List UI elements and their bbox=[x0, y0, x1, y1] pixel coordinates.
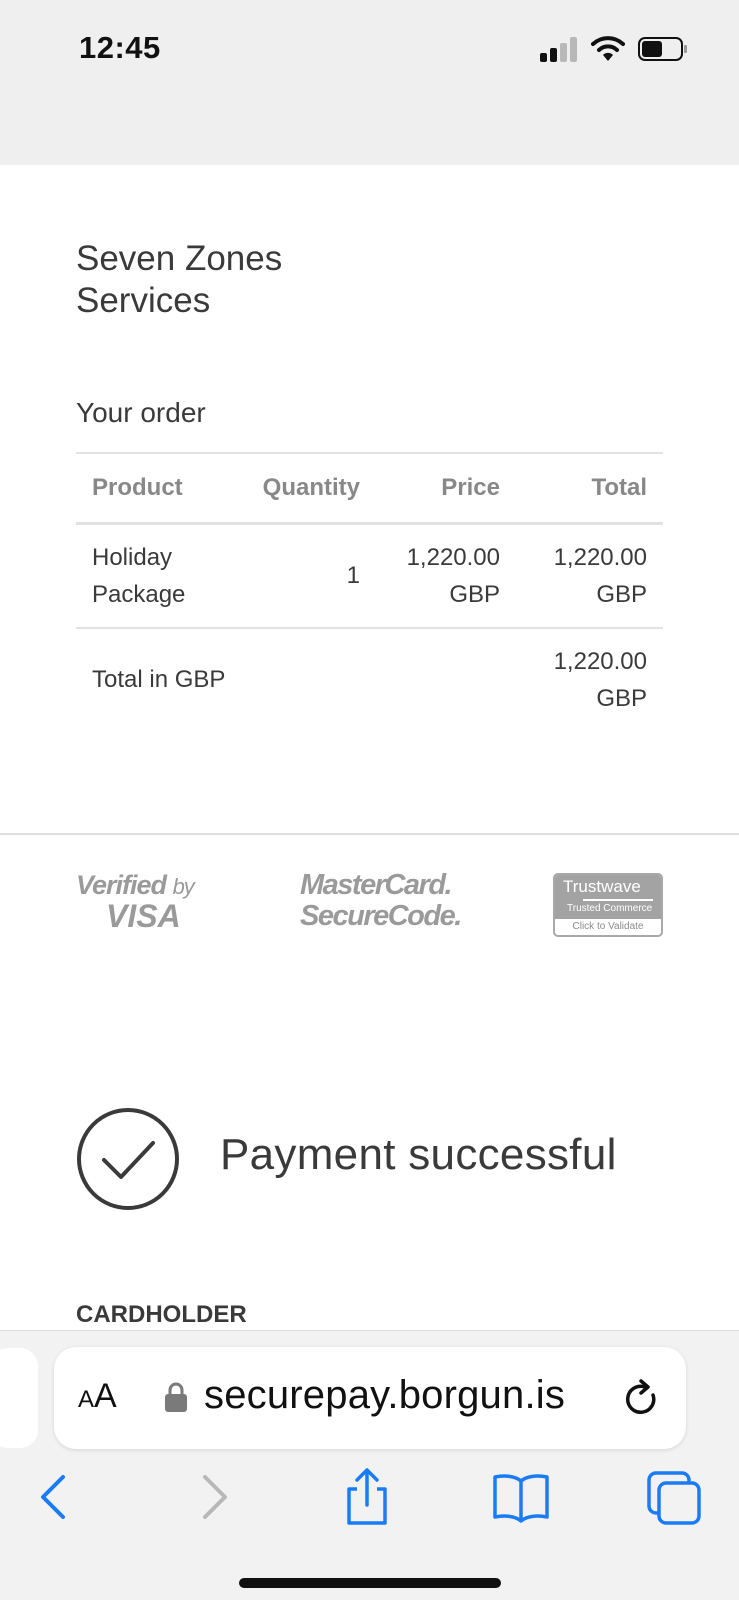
bookmarks-icon[interactable] bbox=[491, 1467, 551, 1527]
column-header-total: Total bbox=[516, 452, 663, 525]
aa-big: A bbox=[94, 1377, 117, 1415]
total-label: Total in GBP bbox=[92, 666, 226, 693]
cell-total: 1,220.00 GBP bbox=[516, 523, 663, 629]
trustwave-brand: Trustwave bbox=[563, 877, 641, 896]
payment-status: Payment successful bbox=[220, 1130, 617, 1179]
trustwave-validate-link[interactable]: Click to Validate bbox=[555, 921, 661, 932]
total-row: Total in GBP 1,220.00 GBP bbox=[76, 628, 663, 731]
status-bar: 12:45 bbox=[0, 0, 739, 165]
cellular-signal-icon bbox=[540, 36, 580, 62]
wifi-icon bbox=[591, 36, 625, 61]
order-heading: Your order bbox=[76, 397, 206, 428]
forward-icon[interactable] bbox=[183, 1467, 243, 1527]
aa-small: A bbox=[78, 1386, 95, 1413]
column-header-price: Price bbox=[376, 452, 516, 525]
cardholder-label: CARDHOLDER bbox=[76, 1301, 247, 1328]
table-row: Holiday Package 1 1,220.00 GBP 1,220.00 … bbox=[76, 523, 663, 629]
battery-icon bbox=[638, 37, 687, 61]
home-indicator bbox=[239, 1578, 501, 1588]
browser-bottom-bar: AA securepay.borgun.is bbox=[0, 1330, 739, 1600]
mastercard-logo-line1: MasterCard. bbox=[300, 869, 453, 901]
mastercard-securecode-logo: MasterCard. SecureCode. bbox=[300, 869, 462, 932]
merchant-name: Seven Zones Services bbox=[76, 239, 283, 320]
share-icon[interactable] bbox=[337, 1467, 397, 1527]
previous-tab-preview[interactable] bbox=[0, 1348, 38, 1448]
reload-icon[interactable] bbox=[622, 1377, 662, 1421]
verified-by-visa-logo: Verified by VISA bbox=[76, 870, 206, 934]
trustwave-subtitle: Trusted Commerce bbox=[567, 903, 653, 914]
table-header-row: Product Quantity Price Total bbox=[76, 452, 663, 525]
column-header-product: Product bbox=[76, 452, 246, 525]
total-value: 1,220.00 GBP bbox=[553, 647, 647, 712]
checkmark-circle-icon bbox=[77, 1108, 179, 1210]
trustwave-seal[interactable]: Trustwave Trusted Commerce Click to Vali… bbox=[553, 873, 663, 937]
tabs-icon[interactable] bbox=[645, 1467, 705, 1527]
page-settings-button[interactable]: AA bbox=[78, 1377, 117, 1416]
cell-product: Holiday Package bbox=[76, 523, 246, 629]
order-table: Product Quantity Price Total Holiday Pac… bbox=[76, 452, 663, 731]
url-text[interactable]: securepay.borgun.is bbox=[204, 1373, 565, 1418]
mastercard-logo-line2: SecureCode. bbox=[300, 900, 462, 932]
lock-icon bbox=[165, 1382, 187, 1412]
cell-quantity: 1 bbox=[246, 523, 376, 629]
status-time: 12:45 bbox=[79, 30, 161, 65]
column-header-quantity: Quantity bbox=[246, 452, 376, 525]
visa-logo-line1: Verified bbox=[76, 870, 167, 900]
back-icon[interactable] bbox=[25, 1467, 85, 1527]
visa-logo-line2: VISA bbox=[106, 898, 181, 934]
visa-logo-by: by bbox=[172, 874, 195, 899]
section-divider bbox=[0, 833, 739, 835]
cell-price: 1,220.00 GBP bbox=[376, 523, 516, 629]
address-bar[interactable]: AA securepay.borgun.is bbox=[54, 1347, 686, 1449]
